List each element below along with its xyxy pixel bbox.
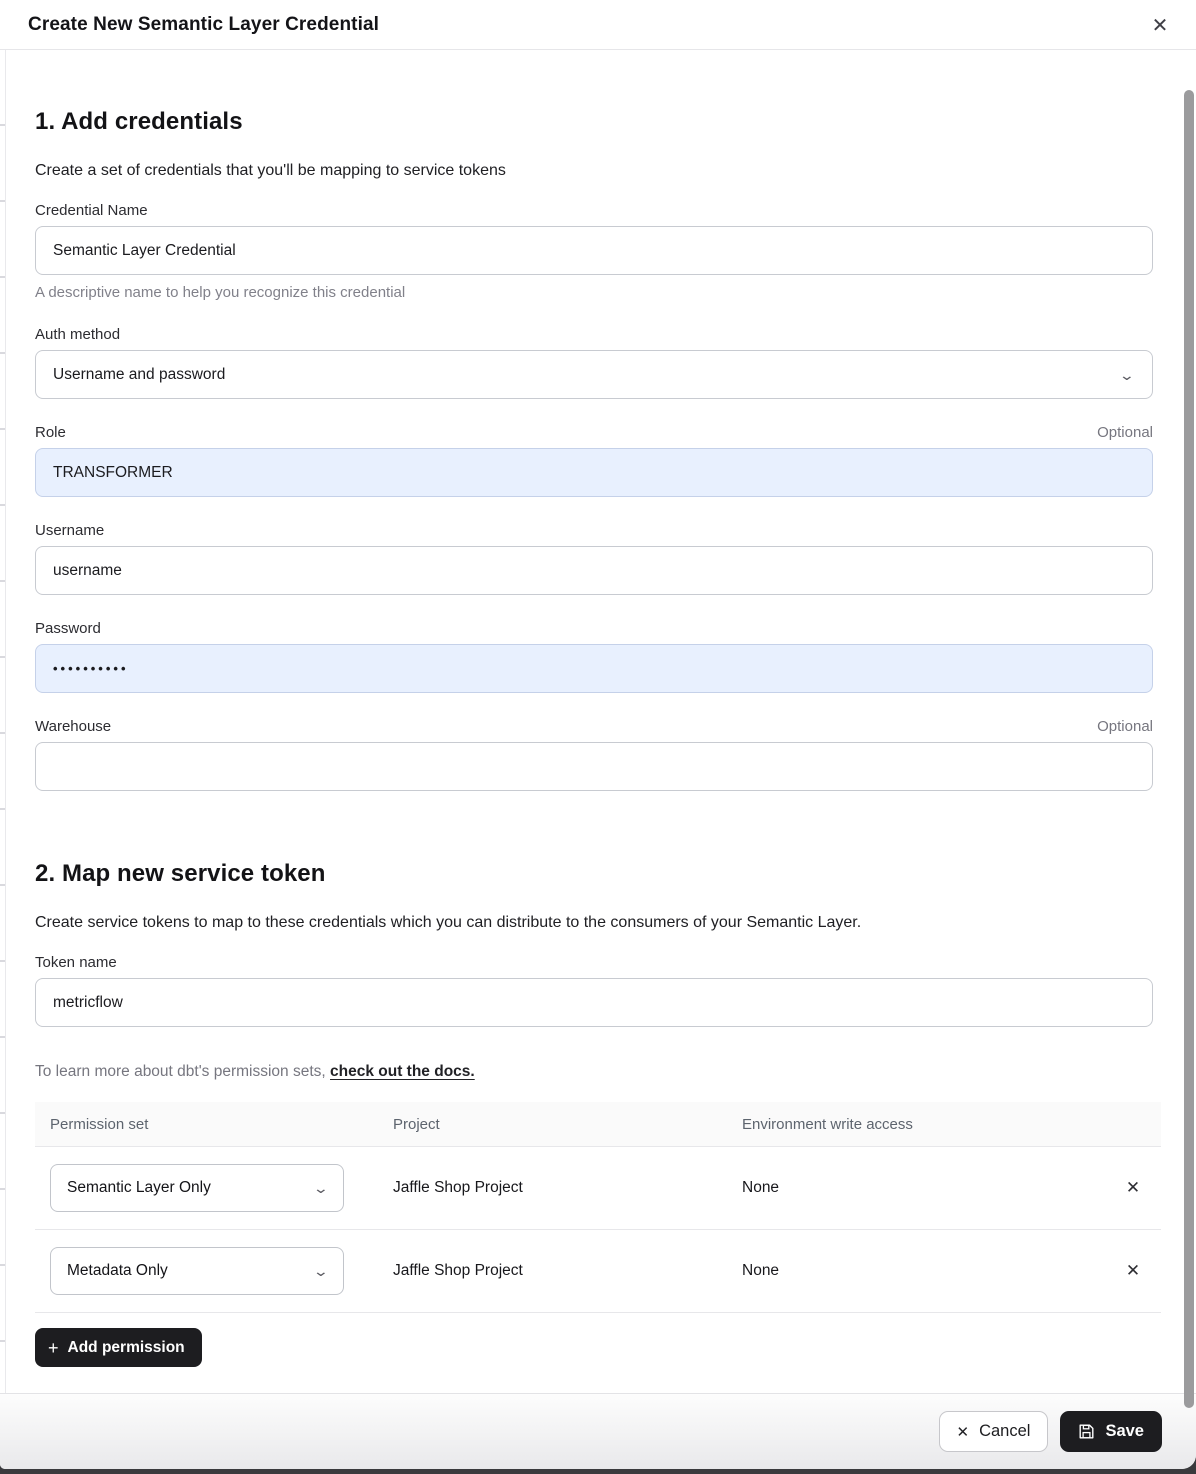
role-label: Role bbox=[35, 424, 66, 441]
token-name-label: Token name bbox=[35, 954, 117, 971]
permissions-table-header: Permission set Project Environment write… bbox=[35, 1102, 1161, 1147]
save-button[interactable]: Save bbox=[1060, 1411, 1162, 1452]
permission-docs-line: To learn more about dbt's permission set… bbox=[35, 1063, 1153, 1081]
plus-icon: + bbox=[48, 1339, 59, 1357]
cancel-button-label: Cancel bbox=[979, 1422, 1030, 1441]
modal-body: 1. Add credentials Create a set of crede… bbox=[0, 50, 1196, 1393]
username-input[interactable] bbox=[35, 546, 1153, 595]
env-write-access-cell: None bbox=[727, 1262, 1101, 1280]
credential-name-label: Credential Name bbox=[35, 202, 148, 219]
remove-permission-icon[interactable]: ✕ bbox=[1116, 1171, 1150, 1205]
auth-method-label: Auth method bbox=[35, 326, 120, 343]
auth-method-select[interactable]: Username and password ⌄ bbox=[35, 350, 1153, 399]
permission-set-select[interactable]: Semantic Layer Only ⌄ bbox=[50, 1164, 344, 1212]
chevron-down-icon: ⌄ bbox=[1119, 368, 1135, 382]
role-optional-tag: Optional bbox=[1097, 424, 1153, 441]
cancel-x-icon: ✕ bbox=[957, 1423, 970, 1441]
column-header-env-write-access: Environment write access bbox=[727, 1116, 1101, 1133]
permissions-table: Permission set Project Environment write… bbox=[35, 1102, 1161, 1313]
underlying-page-edge bbox=[0, 50, 6, 1393]
create-credential-modal: Create New Semantic Layer Credential ✕ 1… bbox=[0, 0, 1196, 1469]
close-icon[interactable]: ✕ bbox=[1146, 11, 1174, 39]
column-header-permission-set: Permission set bbox=[35, 1116, 378, 1133]
modal-header: Create New Semantic Layer Credential ✕ bbox=[0, 0, 1196, 50]
env-write-access-cell: None bbox=[727, 1179, 1101, 1197]
section-2-heading: 2. Map new service token bbox=[35, 860, 1153, 888]
warehouse-input[interactable] bbox=[35, 742, 1153, 791]
modal-title: Create New Semantic Layer Credential bbox=[28, 14, 1146, 36]
chevron-down-icon: ⌄ bbox=[313, 1264, 329, 1278]
section-1-heading: 1. Add credentials bbox=[35, 108, 1153, 136]
warehouse-optional-tag: Optional bbox=[1097, 718, 1153, 735]
add-permission-button[interactable]: + Add permission bbox=[35, 1328, 202, 1367]
docs-line-text: To learn more about dbt's permission set… bbox=[35, 1063, 330, 1080]
credential-name-input[interactable] bbox=[35, 226, 1153, 275]
cancel-button[interactable]: ✕ Cancel bbox=[939, 1411, 1049, 1452]
project-cell: Jaffle Shop Project bbox=[378, 1262, 727, 1280]
permission-set-selected-value: Metadata Only bbox=[67, 1262, 168, 1280]
column-header-project: Project bbox=[378, 1116, 727, 1133]
role-input[interactable] bbox=[35, 448, 1153, 497]
username-label: Username bbox=[35, 522, 104, 539]
section-1-description: Create a set of credentials that you'll … bbox=[35, 162, 1153, 180]
docs-link[interactable]: check out the docs. bbox=[330, 1063, 475, 1080]
password-input[interactable] bbox=[35, 644, 1153, 693]
token-name-input[interactable] bbox=[35, 978, 1153, 1027]
chevron-down-icon: ⌄ bbox=[313, 1181, 329, 1195]
auth-method-selected-value: Username and password bbox=[53, 366, 225, 384]
table-row: Semantic Layer Only ⌄ Jaffle Shop Projec… bbox=[35, 1147, 1161, 1230]
scrollbar-thumb[interactable] bbox=[1184, 90, 1194, 1408]
remove-permission-icon[interactable]: ✕ bbox=[1116, 1254, 1150, 1288]
permission-set-select[interactable]: Metadata Only ⌄ bbox=[50, 1247, 344, 1295]
warehouse-label: Warehouse bbox=[35, 718, 111, 735]
permission-set-selected-value: Semantic Layer Only bbox=[67, 1179, 211, 1197]
credential-name-helper: A descriptive name to help you recognize… bbox=[35, 284, 1153, 301]
section-2-description: Create service tokens to map to these cr… bbox=[35, 914, 1153, 932]
project-cell: Jaffle Shop Project bbox=[378, 1179, 727, 1197]
modal-footer: ✕ Cancel Save bbox=[0, 1393, 1196, 1469]
save-button-label: Save bbox=[1105, 1422, 1144, 1441]
table-row: Metadata Only ⌄ Jaffle Shop Project None… bbox=[35, 1230, 1161, 1313]
password-label: Password bbox=[35, 620, 101, 637]
save-floppy-icon bbox=[1078, 1423, 1095, 1440]
add-permission-label: Add permission bbox=[68, 1339, 185, 1357]
